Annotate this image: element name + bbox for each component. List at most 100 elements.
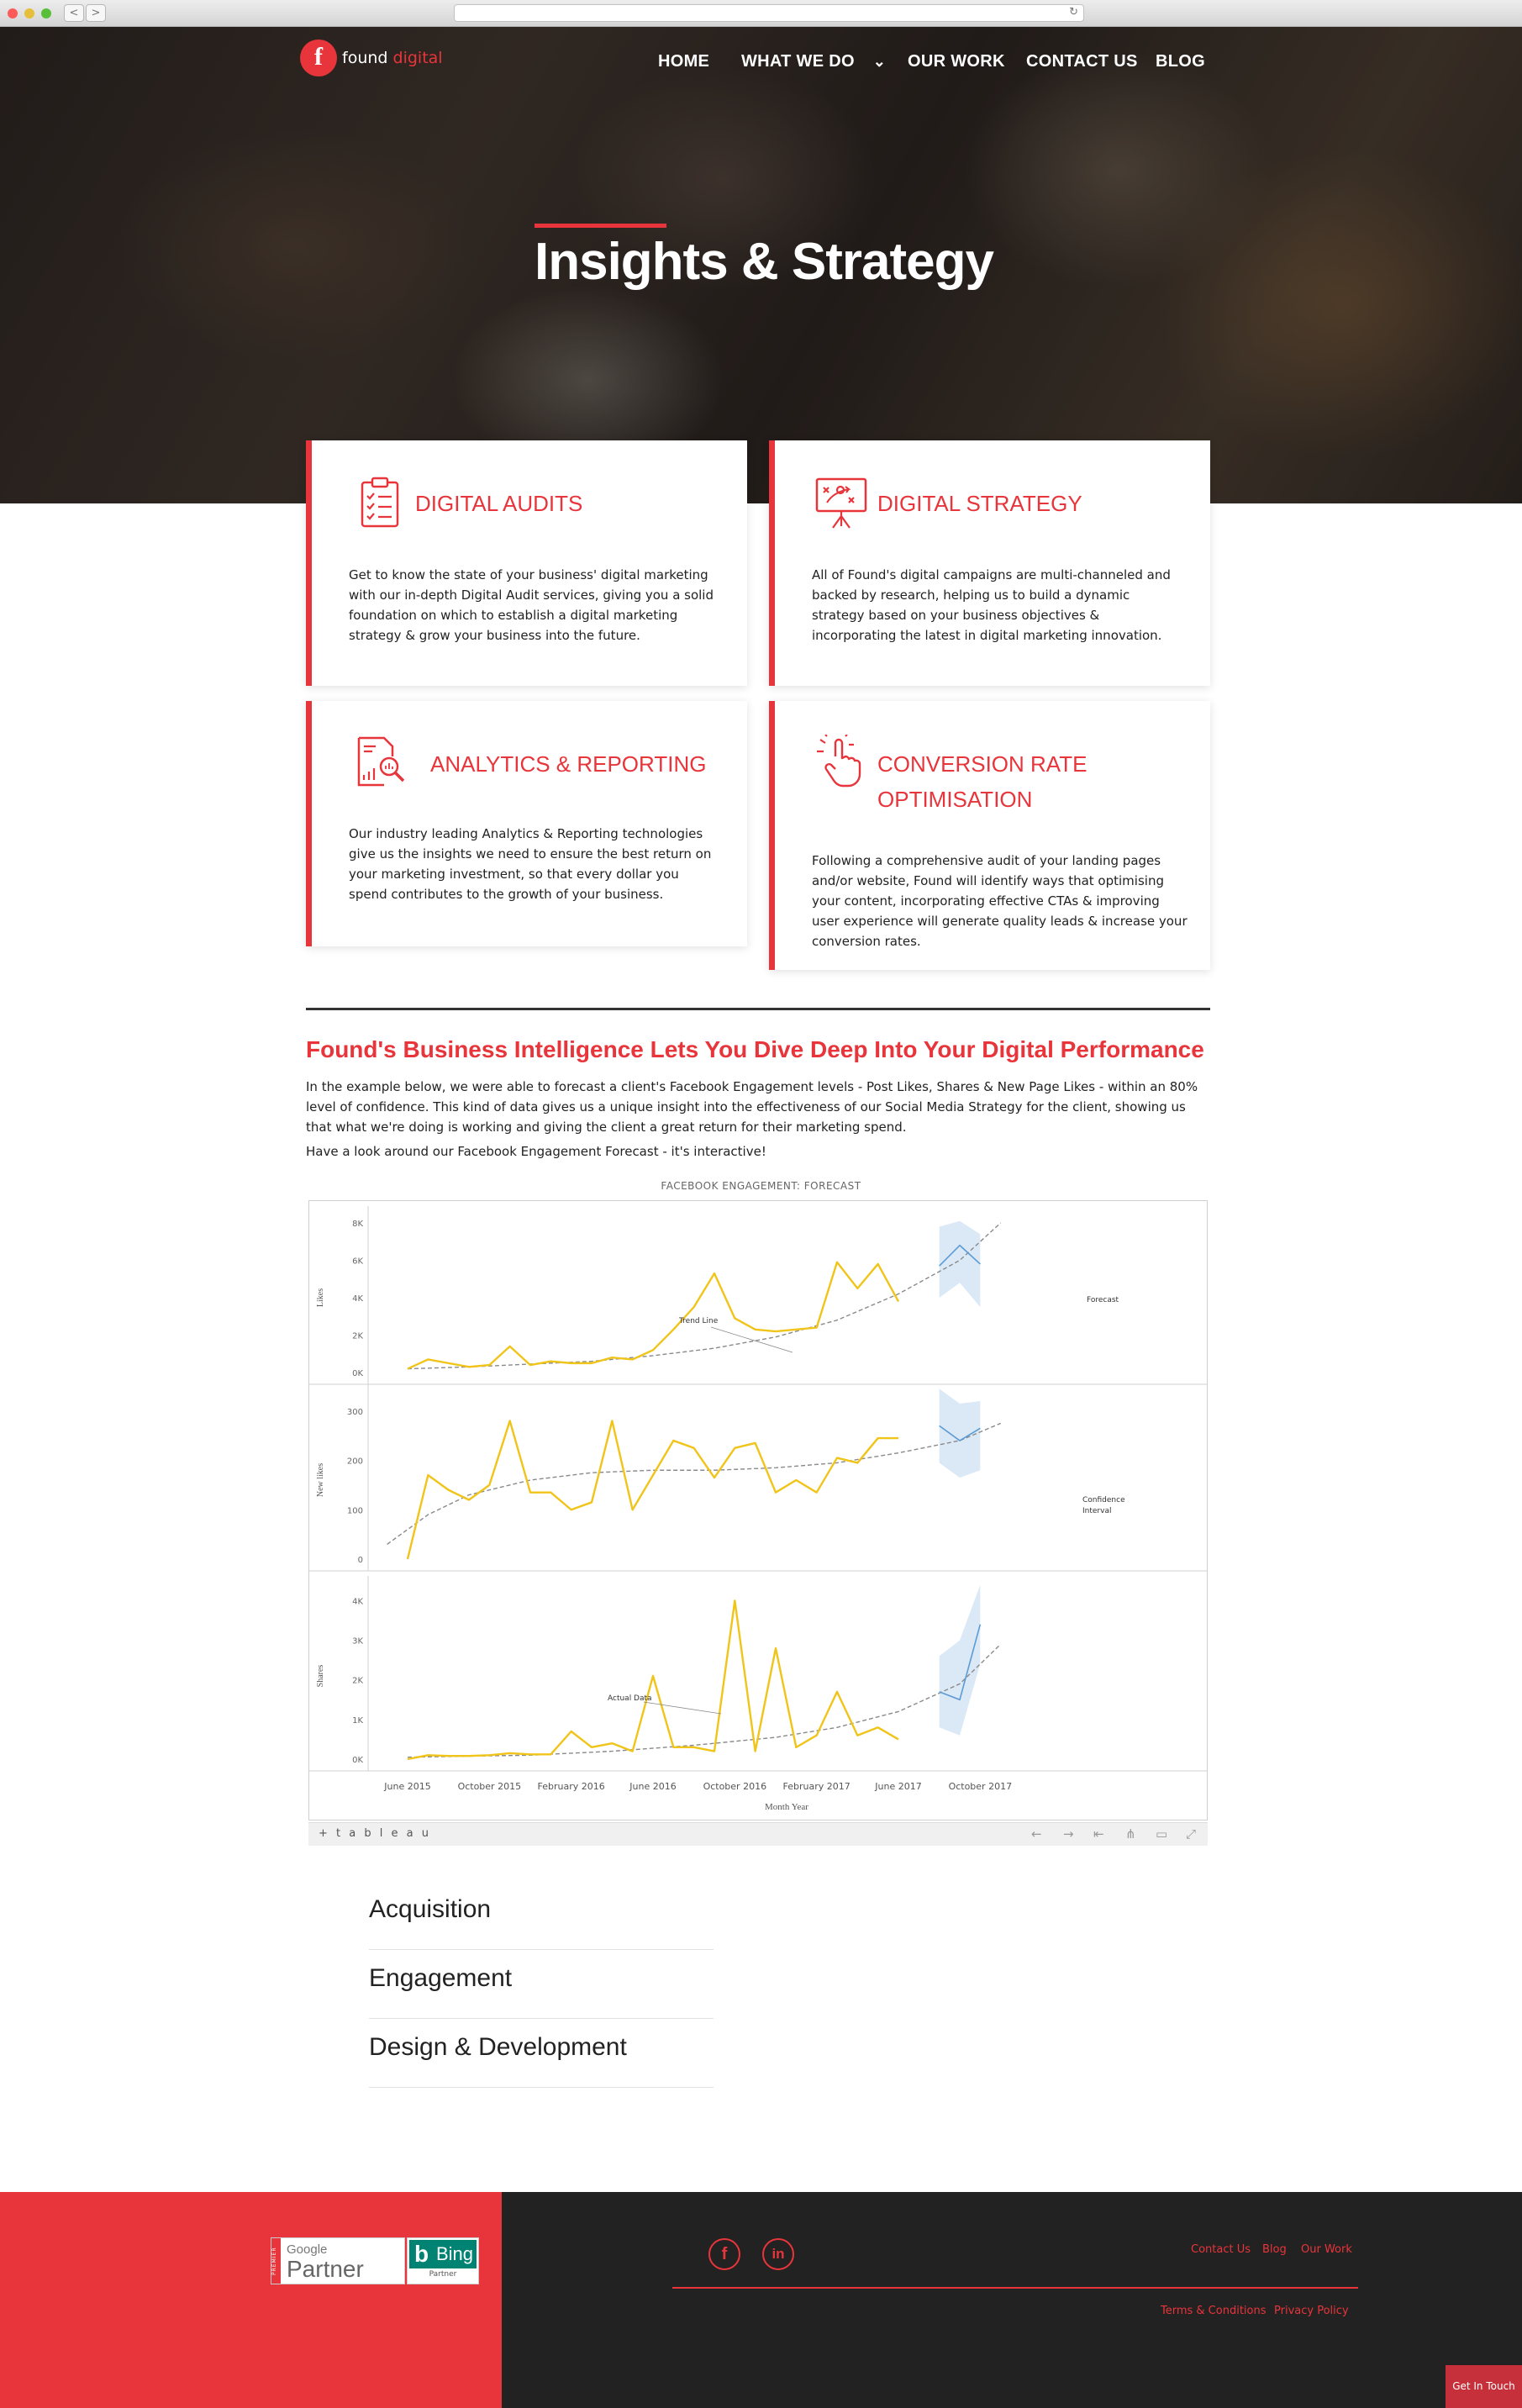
forward-button[interactable]: > — [86, 4, 106, 22]
linkedin-icon[interactable]: in — [762, 2238, 794, 2270]
chevron-down-icon: ⌄ — [872, 53, 887, 70]
browser-toolbar: < > ↻ — [0, 0, 1522, 27]
footer-link-contact[interactable]: Contact Us — [1191, 2243, 1251, 2256]
get-in-touch-button[interactable]: Get In Touch — [1446, 2365, 1522, 2408]
actual-data-line — [406, 1420, 898, 1560]
chart-title: FACEBOOK ENGAGEMENT: FORECAST — [661, 1180, 861, 1192]
y-tick-label: 0K — [352, 1369, 363, 1378]
nav-what-we-do-label: WHAT WE DO — [741, 52, 855, 71]
google-partner-badge[interactable]: PREMIER Google Partner — [271, 2237, 405, 2284]
confidence-interval-band — [939, 1220, 981, 1308]
x-tick-label: February 2016 — [538, 1781, 605, 1792]
tableau-chart[interactable]: Likes 0K 2K 4K 6K 8K New likes 0 100 200 300 Shares… — [308, 1200, 1208, 1820]
y-tick-label: 0K — [352, 1756, 363, 1765]
x-tick-label: October 2015 — [458, 1781, 522, 1792]
undo-icon[interactable]: ← — [1031, 1826, 1042, 1842]
x-tick-label: June 2017 — [874, 1781, 921, 1792]
nav-contact-us[interactable]: CONTACT US — [1026, 52, 1138, 71]
nav-what-we-do[interactable]: WHAT WE DO ⌄ — [741, 52, 886, 71]
nav-blog[interactable]: BLOG — [1156, 52, 1205, 71]
x-tick-label: February 2017 — [783, 1781, 851, 1792]
address-bar[interactable]: ↻ — [454, 4, 1084, 22]
redo-icon[interactable]: → — [1063, 1826, 1074, 1842]
section-paragraph-cta: Have a look around our Facebook Engageme… — [306, 1144, 766, 1159]
tableau-logo[interactable]: + t a b l e a u — [319, 1827, 431, 1840]
logo-word-digital: digital — [392, 49, 443, 67]
y-tick-label: 200 — [347, 1457, 363, 1467]
logo-wordmark: found digital — [342, 49, 443, 67]
card-title: CONVERSION RATE OPTIMISATION — [877, 751, 1088, 812]
section-divider — [306, 1008, 1210, 1010]
accordion-label: Acquisition — [369, 1895, 492, 1923]
accordion-label: Design & Development — [369, 2033, 627, 2061]
y-tick-label: 300 — [347, 1408, 363, 1417]
hero-title-accent — [535, 224, 666, 228]
card-analytics-reporting: ANALYTICS & REPORTING Our industry leadi… — [306, 701, 747, 946]
x-tick-label: June 2016 — [629, 1781, 676, 1792]
chart-annotation: Actual Data — [608, 1694, 652, 1703]
revert-icon[interactable]: ⇤ — [1093, 1826, 1104, 1842]
x-tick-label: June 2015 — [383, 1781, 430, 1792]
logo-mark-icon: f — [300, 40, 337, 76]
card-digital-strategy: DIGITAL STRATEGY All of Found's digital … — [769, 440, 1210, 686]
click-hand-icon — [817, 735, 861, 788]
section-paragraph: In the example below, we were able to fo… — [306, 1079, 1198, 1135]
x-tick-label: October 2017 — [949, 1781, 1013, 1792]
nav-home[interactable]: HOME — [658, 52, 709, 71]
card-body: Our industry leading Analytics & Reporti… — [349, 826, 712, 902]
y-axis-label: Shares — [316, 1665, 325, 1688]
y-tick-label: 2K — [352, 1332, 363, 1341]
fullscreen-icon[interactable]: ⤢ — [1186, 1826, 1196, 1842]
chart-annotation: Trend Line — [678, 1317, 719, 1325]
annotation-leader — [643, 1701, 722, 1715]
bing-partner-badge[interactable]: b Bing Partner — [407, 2237, 479, 2284]
footer-link-privacy[interactable]: Privacy Policy — [1274, 2305, 1349, 2317]
footer-links-panel — [502, 2192, 1522, 2408]
trend-line — [407, 1222, 1002, 1370]
footer-partners-panel — [0, 2192, 502, 2408]
card-body: Get to know the state of your business' … — [349, 567, 714, 643]
bing-partner-label: Partner — [429, 2270, 457, 2279]
facebook-icon[interactable]: f — [708, 2238, 740, 2270]
footer-link-our-work[interactable]: Our Work — [1301, 2243, 1352, 2256]
badge-side-label: PREMIER — [271, 2238, 281, 2284]
clipboard-checklist-icon — [361, 477, 399, 528]
actual-data-line — [407, 1599, 899, 1761]
forecast-chart-svg[interactable]: Likes 0K 2K 4K 6K 8K New likes 0 100 200 300 Shares… — [309, 1201, 1207, 1820]
accordion-engagement[interactable]: Engagement — [369, 1950, 714, 2019]
zoom-window-dot[interactable] — [41, 8, 51, 18]
y-tick-label: 2K — [352, 1677, 363, 1686]
y-tick-label: 0 — [358, 1556, 363, 1565]
minimize-window-dot[interactable] — [24, 8, 34, 18]
accordion-acquisition[interactable]: Acquisition — [369, 1881, 714, 1950]
strategy-board-icon — [815, 477, 867, 529]
y-tick-label: 6K — [352, 1257, 363, 1267]
card-digital-audits: DIGITAL AUDITS Get to know the state of … — [306, 440, 747, 686]
y-tick-label: 8K — [352, 1220, 363, 1229]
hero-banner: f found digital HOME WHAT WE DO ⌄ OUR WO… — [0, 27, 1522, 503]
share-icon[interactable]: ⋔ — [1125, 1826, 1136, 1842]
trend-line — [407, 1643, 1002, 1758]
x-axis-label: Month Year — [765, 1802, 808, 1812]
partner-label: Partner — [287, 2256, 364, 2282]
footer-link-blog[interactable]: Blog — [1262, 2243, 1287, 2256]
close-window-dot[interactable] — [8, 8, 18, 18]
nav-our-work[interactable]: OUR WORK — [908, 52, 1005, 71]
footer-link-terms[interactable]: Terms & Conditions — [1161, 2305, 1267, 2317]
actual-data-line — [407, 1261, 900, 1370]
bing-logo: b Bing — [409, 2240, 477, 2268]
confidence-interval-band — [939, 1388, 981, 1478]
card-conversion-rate: CONVERSION RATE OPTIMISATION Following a… — [769, 701, 1210, 970]
chart-annotation: Confidence — [1082, 1496, 1125, 1504]
chart-annotation: Forecast — [1087, 1296, 1119, 1304]
comment-icon[interactable]: ▭ — [1156, 1826, 1167, 1842]
y-tick-label: 4K — [352, 1294, 363, 1304]
trend-line — [387, 1422, 1001, 1545]
bing-b-icon: b — [414, 2241, 429, 2267]
reload-icon[interactable]: ↻ — [1069, 6, 1078, 18]
bing-label: Bing — [436, 2243, 474, 2264]
site-logo[interactable]: f found digital — [300, 40, 443, 76]
back-button[interactable]: < — [64, 4, 84, 22]
accordion-label: Engagement — [369, 1964, 513, 1992]
accordion-design-development[interactable]: Design & Development — [369, 2019, 714, 2088]
